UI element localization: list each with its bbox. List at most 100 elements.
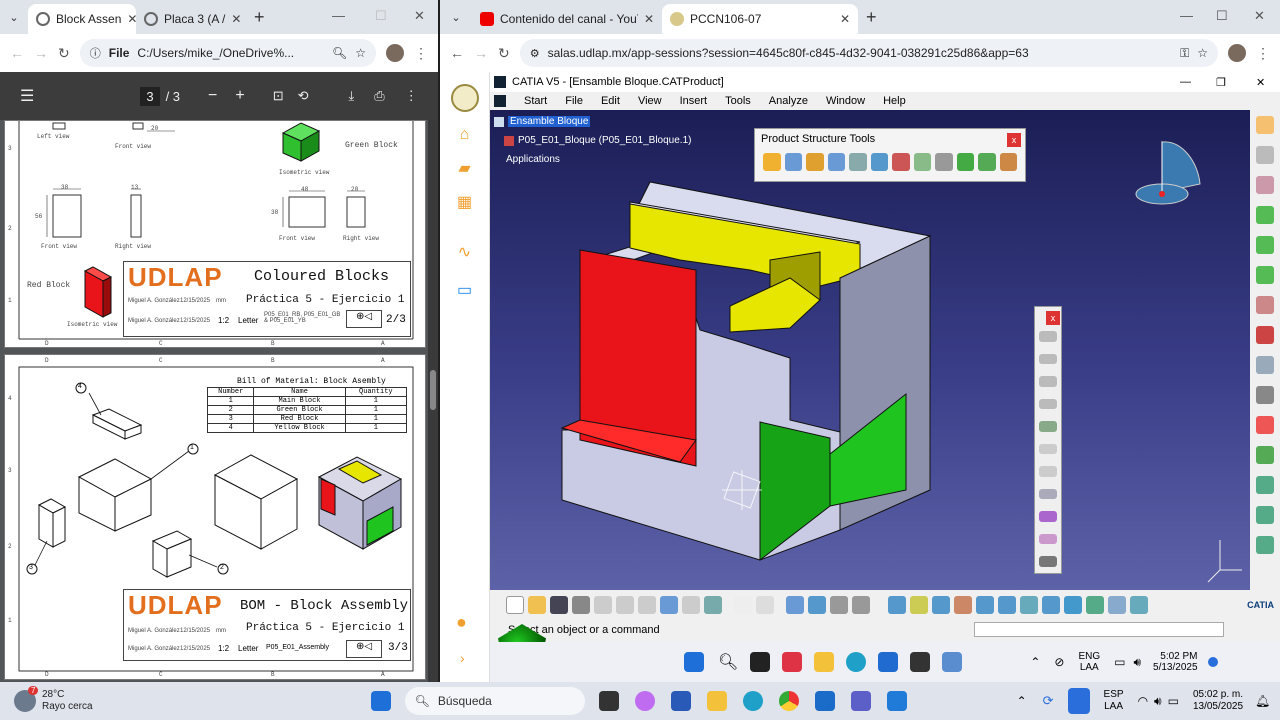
- desktop-icon[interactable]: ▭: [440, 280, 489, 300]
- menu-kebab-icon[interactable]: ⋮: [1256, 45, 1270, 62]
- zoom-icon[interactable]: 🔍︎: [332, 46, 347, 60]
- measure-icon[interactable]: [1256, 536, 1274, 554]
- undo-icon[interactable]: [660, 596, 678, 614]
- print-icon[interactable]: [572, 596, 590, 614]
- remote-volume-icon[interactable]: 🔊︎: [1133, 655, 1141, 670]
- menu-insert[interactable]: Insert: [680, 95, 708, 107]
- new-part-icon[interactable]: [806, 153, 824, 171]
- zoom-in-icon[interactable]: [976, 596, 994, 614]
- remote-terminal-icon[interactable]: [910, 652, 931, 672]
- multi-view-icon[interactable]: [1042, 596, 1060, 614]
- pan-icon[interactable]: [932, 596, 950, 614]
- close-icon[interactable]: ✕: [231, 12, 241, 26]
- print-icon[interactable]: ⎙: [374, 88, 384, 104]
- microphone-icon[interactable]: [1067, 688, 1090, 714]
- tab-search-chevron-icon[interactable]: ⌄: [440, 11, 472, 24]
- tree-root[interactable]: Ensamble Bloque: [494, 116, 691, 127]
- formula-icon[interactable]: [734, 596, 752, 614]
- analysis-icon[interactable]: [830, 596, 848, 614]
- remote-explorer-icon[interactable]: [814, 652, 835, 672]
- reorder-icon[interactable]: [999, 153, 1017, 171]
- zoom-out-icon[interactable]: [998, 596, 1016, 614]
- avatar[interactable]: [1228, 44, 1246, 62]
- new-icon[interactable]: [506, 596, 524, 614]
- save-icon[interactable]: [550, 596, 568, 614]
- omnibox[interactable]: ⚙ salas.udlap.mx/app-sessions?session=46…: [519, 39, 1218, 67]
- chrome-icon[interactable]: [778, 691, 799, 711]
- forward-icon[interactable]: →: [474, 45, 488, 61]
- catia-restore-icon[interactable]: ❐: [1216, 76, 1226, 89]
- remote-start-icon[interactable]: [684, 652, 704, 672]
- new-tab-icon[interactable]: +: [246, 7, 273, 28]
- maximize-icon[interactable]: ☐: [1216, 8, 1228, 24]
- more-icon[interactable]: ⋮: [405, 88, 418, 104]
- reload-icon[interactable]: ↻: [498, 45, 510, 62]
- fit-all-icon[interactable]: [910, 596, 928, 614]
- remote-language[interactable]: ENG LAA: [1078, 651, 1100, 673]
- pdf-scrollbar[interactable]: [428, 120, 438, 682]
- fit-page-icon[interactable]: ⊡: [273, 88, 284, 104]
- remote-store-icon[interactable]: [782, 652, 803, 672]
- weather-icon[interactable]: 7: [14, 686, 39, 712]
- multi-instantiation-icon[interactable]: [956, 153, 974, 171]
- angle-constraint-icon[interactable]: [1039, 398, 1057, 410]
- menu-window[interactable]: Window: [826, 95, 865, 107]
- minimize-icon[interactable]: —: [1180, 8, 1193, 23]
- remote-ms-store-icon[interactable]: [878, 652, 899, 672]
- zoom-in-icon[interactable]: +: [235, 87, 244, 105]
- selective-load-icon[interactable]: [913, 153, 931, 171]
- new-component-icon[interactable]: [763, 153, 781, 171]
- replace-component-icon[interactable]: [849, 153, 867, 171]
- fix-together-icon[interactable]: [1039, 443, 1057, 455]
- weather-widget[interactable]: 28°C Rayo cerca: [42, 689, 93, 713]
- tab-youtube[interactable]: Contenido del canal - YouTube ✕: [472, 4, 662, 34]
- remote-edge-icon[interactable]: [846, 652, 867, 672]
- quick-constraint-icon[interactable]: [1039, 466, 1057, 477]
- minimize-icon[interactable]: —: [332, 8, 345, 23]
- scene-icon[interactable]: [1256, 446, 1274, 464]
- reload-icon[interactable]: ↻: [58, 45, 70, 62]
- rotate-icon[interactable]: ⟲: [298, 88, 309, 104]
- snap-icon[interactable]: [1256, 266, 1274, 284]
- remote-taskview-icon[interactable]: [750, 652, 771, 672]
- hide-show-icon[interactable]: [1108, 596, 1126, 614]
- menu-view[interactable]: View: [638, 95, 662, 107]
- iso-view-icon[interactable]: [1064, 596, 1082, 614]
- tray-chevron-icon[interactable]: ⌃: [1017, 694, 1027, 708]
- apps-grid-icon[interactable]: ▦: [440, 192, 489, 212]
- edge-icon[interactable]: [742, 691, 763, 711]
- open-icon[interactable]: [528, 596, 546, 614]
- explode-icon[interactable]: [1256, 296, 1274, 314]
- remote-notification-dot-icon[interactable]: [1207, 657, 1218, 667]
- tab-pccn106[interactable]: PCCN106-07 ✕: [662, 4, 858, 34]
- copy-icon[interactable]: [616, 596, 634, 614]
- shading-icon[interactable]: [1086, 596, 1104, 614]
- toolbar-close-icon[interactable]: x: [1046, 311, 1060, 325]
- flag-note-icon[interactable]: [1256, 386, 1274, 404]
- bookmark-star-icon[interactable]: ☆: [355, 46, 366, 60]
- assembly-design-icon[interactable]: [1256, 146, 1274, 164]
- bookmark-star-icon[interactable]: ☆: [1197, 46, 1208, 60]
- taskview-icon[interactable]: [598, 691, 619, 711]
- download-icon[interactable]: ⤓: [349, 88, 355, 104]
- weld-icon[interactable]: [1256, 416, 1274, 434]
- update-icon[interactable]: [1039, 556, 1057, 568]
- new-tab-icon[interactable]: +: [858, 7, 885, 28]
- constraints-analysis-icon[interactable]: [852, 596, 870, 614]
- manage-representations-icon[interactable]: [935, 153, 953, 171]
- remote-monitor-icon[interactable]: ▭: [1114, 655, 1125, 669]
- menu-start[interactable]: Start: [524, 95, 547, 107]
- fly-mode-icon[interactable]: [888, 596, 906, 614]
- back-icon[interactable]: ←: [450, 45, 464, 61]
- catia-3d-viewport[interactable]: Ensamble Bloque P05_E01_Bloque (P05_E01_…: [490, 110, 1250, 590]
- windows-start-icon[interactable]: [370, 691, 391, 711]
- file-explorer-icon[interactable]: [706, 691, 727, 711]
- table-icon[interactable]: [786, 596, 804, 614]
- insert-component-icon[interactable]: [1256, 176, 1274, 194]
- catalog-icon[interactable]: [1256, 506, 1274, 524]
- outlook-new-icon[interactable]: [886, 691, 907, 711]
- text-icon[interactable]: [1256, 356, 1274, 374]
- fix-component-icon[interactable]: [1039, 421, 1057, 432]
- host-clock[interactable]: 05:02 p. m. 13/05/2025: [1193, 689, 1243, 713]
- back-icon[interactable]: ←: [10, 45, 24, 61]
